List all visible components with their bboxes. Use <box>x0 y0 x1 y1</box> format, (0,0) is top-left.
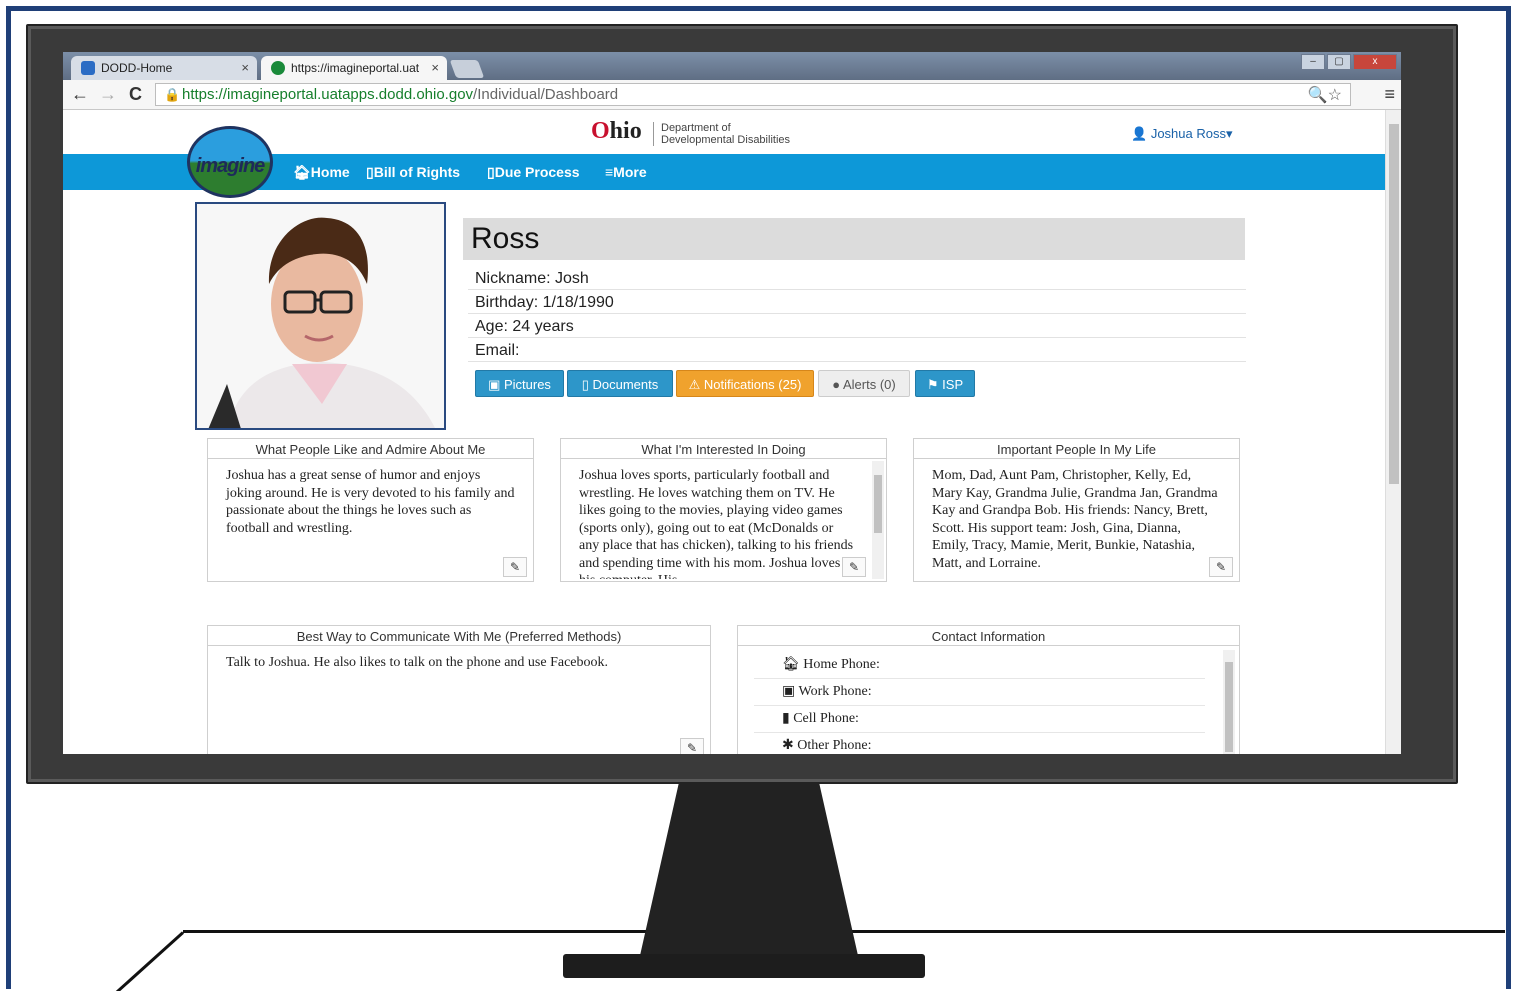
panel-title: Contact Information <box>738 626 1239 646</box>
document-icon: ▯ <box>366 164 374 180</box>
panel-scrollbar[interactable] <box>872 461 884 579</box>
briefcase-icon: ▣ <box>782 684 799 699</box>
panel-text: Joshua has a great sense of humor and en… <box>226 468 515 536</box>
caret-down-icon: ▾ <box>1225 126 1233 141</box>
home-icon: 🏠︎ <box>293 164 311 180</box>
document-icon: ▯ <box>581 377 593 392</box>
panel-title: Important People In My Life <box>914 439 1239 459</box>
monitor-screen: DODD-Home × https://imagineportal.uat × … <box>63 52 1401 754</box>
lock-icon: 🔒 <box>164 87 181 102</box>
reload-button[interactable]: C <box>129 84 142 105</box>
url-host: https://imagineportal.uatapps.dodd.ohio.… <box>182 86 474 103</box>
browser-menu-icon[interactable]: ≡ <box>1384 84 1395 105</box>
profile-name: Ross <box>463 218 1245 260</box>
ohio-logo: Ohio <box>591 118 642 144</box>
panel-text: Joshua loves sports, particularly footba… <box>579 468 854 579</box>
nickname-field: Nickname: Josh <box>468 266 1246 290</box>
minimize-button[interactable]: – <box>1301 54 1325 70</box>
panel-title: What People Like and Admire About Me <box>208 439 533 459</box>
forward-button[interactable]: → <box>99 84 117 105</box>
nav-home[interactable]: 🏠︎Home <box>293 164 350 181</box>
nav-bill-of-rights[interactable]: ▯Bill of Rights <box>366 164 460 181</box>
home-icon: 🏠︎ <box>782 657 804 672</box>
picture-icon: ▣ <box>488 377 504 392</box>
panel-contact-information: Contact Information 🏠︎ Home Phone: ▣ Wor… <box>737 625 1240 754</box>
search-star-icon[interactable]: 🔍☆ <box>1308 85 1342 105</box>
tab-title: DODD-Home <box>101 61 173 75</box>
edit-pencil-icon[interactable]: ✎ <box>503 557 527 577</box>
browser-tab-bar: DODD-Home × https://imagineportal.uat × … <box>63 52 1401 80</box>
page-scrollbar[interactable] <box>1385 110 1401 754</box>
sharepoint-icon <box>81 61 95 75</box>
person-icon: 👤 <box>1131 126 1148 141</box>
alert-circle-icon: ● <box>832 377 843 392</box>
cell-phone-row: ▮ Cell Phone: <box>754 706 1205 733</box>
flag-icon: ⚑ <box>926 377 943 392</box>
new-tab-button[interactable] <box>449 60 485 78</box>
panel-important-people: Important People In My Life Mom, Dad, Au… <box>913 438 1240 582</box>
tab-dodd-home[interactable]: DODD-Home × <box>71 56 257 80</box>
profile-photo <box>195 202 446 430</box>
department-name: Department of Developmental Disabilities <box>653 122 790 146</box>
page-content: Ohio Department of Developmental Disabil… <box>63 110 1385 754</box>
notifications-button[interactable]: ⚠ Notifications (25) <box>676 370 814 397</box>
panel-title: Best Way to Communicate With Me (Preferr… <box>208 626 710 646</box>
edit-pencil-icon[interactable]: ✎ <box>680 738 704 754</box>
user-name: Joshua Ross <box>1150 126 1226 141</box>
scrollbar-thumb[interactable] <box>1389 124 1399 484</box>
imagine-logo[interactable]: imagine <box>187 126 273 198</box>
close-tab-icon[interactable]: × <box>431 60 439 75</box>
nav-more[interactable]: ≡More <box>605 164 647 180</box>
panel-interests: What I'm Interested In Doing Joshua love… <box>560 438 887 582</box>
home-phone-row: 🏠︎ Home Phone: <box>754 652 1205 679</box>
warning-icon: ⚠ <box>688 377 704 392</box>
user-menu[interactable]: 👤 Joshua Ross▾ <box>1131 126 1233 142</box>
nav-due-process[interactable]: ▯Due Process <box>487 164 580 181</box>
chrome-page-icon <box>271 61 285 75</box>
close-window-button[interactable]: x <box>1353 54 1397 70</box>
tab-title: https://imagineportal.uat <box>291 61 420 75</box>
back-button[interactable]: ← <box>71 84 89 105</box>
panel-title: What I'm Interested In Doing <box>561 439 886 459</box>
monitor-base <box>563 954 925 978</box>
age-field: Age: 24 years <box>468 314 1246 338</box>
close-tab-icon[interactable]: × <box>241 60 249 75</box>
edit-pencil-icon[interactable]: ✎ <box>842 557 866 577</box>
panel-scrollbar[interactable] <box>1223 650 1235 754</box>
document-icon: ▯ <box>487 164 495 180</box>
asterisk-icon: ✱ <box>782 738 798 753</box>
url-path: /Individual/Dashboard <box>473 86 619 103</box>
panel-like-admire: What People Like and Admire About Me Jos… <box>207 438 534 582</box>
window-controls: – ▢ x <box>1301 54 1397 70</box>
documents-button[interactable]: ▯ Documents <box>567 370 673 397</box>
birthday-field: Birthday: 1/18/1990 <box>468 290 1246 314</box>
panel-text: Talk to Joshua. He also likes to talk on… <box>226 655 608 670</box>
tab-imagine-portal[interactable]: https://imagineportal.uat × <box>261 56 447 80</box>
other-phone-row: ✱ Other Phone: <box>754 733 1205 754</box>
browser-toolbar: ← → C 🔒 https://imagineportal.uatapps.do… <box>63 80 1401 110</box>
pictures-button[interactable]: ▣ Pictures <box>475 370 564 397</box>
address-bar[interactable]: 🔒 https://imagineportal.uatapps.dodd.ohi… <box>155 83 1351 106</box>
edit-pencil-icon[interactable]: ✎ <box>1209 557 1233 577</box>
panel-communicate: Best Way to Communicate With Me (Preferr… <box>207 625 711 754</box>
alerts-button[interactable]: ● Alerts (0) <box>818 370 910 397</box>
panel-text: Mom, Dad, Aunt Pam, Christopher, Kelly, … <box>932 468 1218 571</box>
maximize-button[interactable]: ▢ <box>1327 54 1351 70</box>
isp-button[interactable]: ⚑ ISP <box>915 370 975 397</box>
email-field: Email: <box>468 338 1246 362</box>
signal-icon: ▮ <box>782 711 794 726</box>
menu-icon: ≡ <box>605 164 614 180</box>
work-phone-row: ▣ Work Phone: <box>754 679 1205 706</box>
